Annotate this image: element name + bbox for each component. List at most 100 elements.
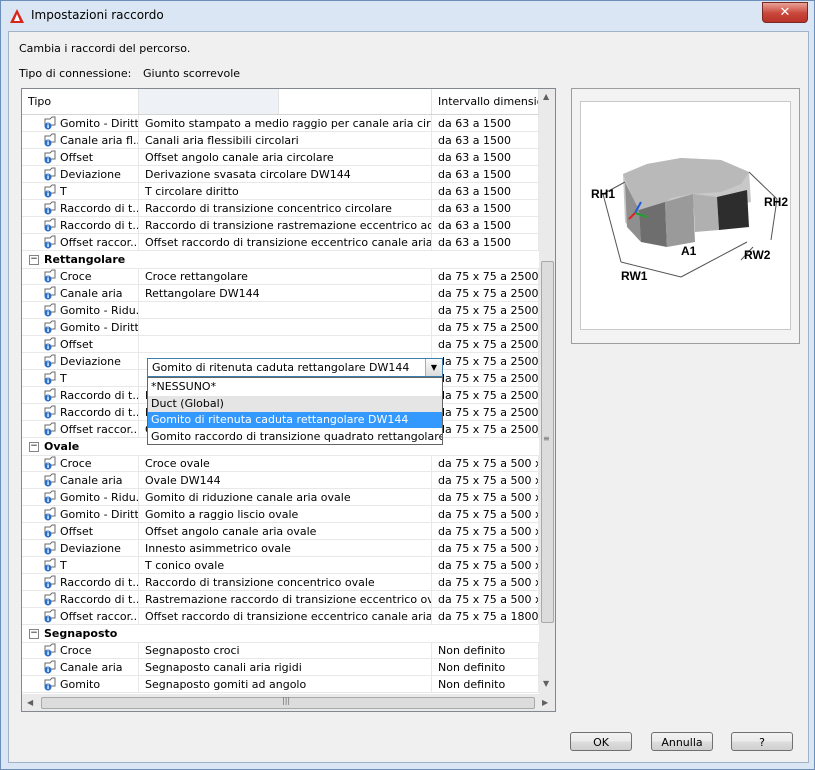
fitting-type-cell: Offset <box>22 336 139 353</box>
column-header-size-range[interactable]: Intervallo dimensio... <box>432 89 539 114</box>
table-row[interactable]: Canale aria Rettangolare DW144 da 75 x 75 … <box>22 285 539 302</box>
table-row[interactable]: Canale ariaOvale DW144da 75 x 75 a 500 x… <box>22 472 539 489</box>
table-row[interactable]: Offset raccor...Offset raccordo di trans… <box>22 234 539 251</box>
table-row[interactable]: Gomito - Diritta Gomito stampato a medio … <box>22 115 539 132</box>
fitting-description-cell: Segnaposto canali aria rigidi <box>139 659 432 676</box>
table-row[interactable]: Offset da 75 x 75 a 2500 ... <box>22 336 539 353</box>
cancel-button[interactable]: Annulla <box>651 732 713 751</box>
table-row[interactable]: Offset Offset angolo canale aria ovale da … <box>22 523 539 540</box>
size-range-cell: da 75 x 75 a 500 x ... <box>432 489 539 506</box>
group-row[interactable]: − Rettangolare <box>22 251 539 269</box>
chevron-down-icon[interactable]: ▼ <box>425 359 442 376</box>
group-row[interactable]: − Segnaposto <box>22 625 539 643</box>
size-range-cell: Non definito <box>432 676 539 693</box>
dropdown-option[interactable]: *NESSUNO* <box>148 379 442 395</box>
dropdown-option[interactable]: Gomito raccordo di transizione quadrato … <box>148 429 442 445</box>
table-row[interactable]: Raccordo di t... Raccordo di transizione … <box>22 217 539 234</box>
table-row[interactable]: Croce Segnaposto croci Non definito <box>22 642 539 659</box>
combobox-value: Gomito di ritenuta caduta rettangolare D… <box>152 361 410 374</box>
grip-icon: ||| <box>282 696 291 705</box>
fitting-type-cell: Offset <box>22 149 139 166</box>
table-row[interactable]: CroceCroce ovaleda 75 x 75 a 500 x ... <box>22 455 539 472</box>
table-row[interactable]: Gomito - Diritta da 75 x 75 a 2500 ... <box>22 319 539 336</box>
size-range-cell: da 75 x 75 a 500 x ... <box>432 472 539 489</box>
table-row[interactable]: Raccordo di t... Rastremazione raccordo d… <box>22 591 539 608</box>
table-row[interactable]: Offset raccor...Offset raccordo di trans… <box>22 608 539 625</box>
scroll-up-icon[interactable]: ▲ <box>543 92 549 101</box>
fitting-type-cell: T <box>22 557 139 574</box>
help-button[interactable]: ? <box>731 732 793 751</box>
dropdown-option[interactable]: Gomito di ritenuta caduta rettangolare D… <box>148 412 442 428</box>
scroll-down-icon[interactable]: ▼ <box>543 679 549 688</box>
close-button[interactable]: ✕ <box>762 2 808 23</box>
rw2-label: RW2 <box>744 248 771 262</box>
group-label: Rettangolare <box>44 253 126 266</box>
table-row[interactable]: Croce Croce rettangolare da 75 x 75 a 2500… <box>22 268 539 285</box>
fitting-type-cell: T <box>22 183 139 200</box>
fitting-description-cell: Offset angolo canale aria circolare <box>139 149 432 166</box>
vertical-scroll-thumb[interactable]: ≡ <box>541 261 554 623</box>
fitting-type-cell: Offset raccor... <box>22 234 139 251</box>
size-range-cell: da 63 a 1500 <box>432 149 539 166</box>
close-icon: ✕ <box>779 5 791 20</box>
table-row[interactable]: TT circolare diritto da 63 a 1500 <box>22 183 539 200</box>
collapse-icon[interactable]: − <box>29 255 39 265</box>
vertical-scrollbar[interactable]: ▲ ≡ ▼ <box>539 89 555 694</box>
fitting-description-cell: Raccordo di transizione concentrico circ… <box>139 200 432 217</box>
scroll-right-icon[interactable]: ▶ <box>542 698 548 707</box>
scroll-left-icon[interactable]: ◀ <box>27 698 33 707</box>
collapse-icon[interactable]: − <box>29 442 39 452</box>
fitting-description-cell: Canali aria flessibili circolari <box>139 132 432 149</box>
fitting-type-cell: Canale aria fl... <box>22 132 139 149</box>
size-range-cell: da 75 x 75 a 2500 ... <box>432 268 539 285</box>
size-range-cell: da 63 a 1500 <box>432 132 539 149</box>
table-row[interactable]: Deviazione Innesto asimmetrico ovale da 75… <box>22 540 539 557</box>
table-row[interactable]: Deviazione Derivazione svasata circolare … <box>22 166 539 183</box>
table-row[interactable]: Gomito - Ridu... Gomito di riduzione cana… <box>22 489 539 506</box>
fitting-description-cell: Rastremazione raccordo di transizione ec… <box>139 591 432 608</box>
grip-icon: ≡ <box>543 434 550 443</box>
fitting-description-cell: Croce ovale <box>139 455 432 472</box>
table-row[interactable]: Canale aria fl... Canali aria flessibili … <box>22 132 539 149</box>
size-range-cell: da 63 a 1500 <box>432 234 539 251</box>
dropdown-option[interactable]: Duct (Global) <box>148 395 442 412</box>
fitting-type-cell: Gomito - Ridu... <box>22 302 139 319</box>
fitting-description-cell: Innesto asimmetrico ovale <box>139 540 432 557</box>
table-row[interactable]: Gomito - Diritta Gomito a raggio liscio o… <box>22 506 539 523</box>
column-header-description[interactable] <box>139 89 279 114</box>
horizontal-scrollbar[interactable]: ◀ ||| ▶ <box>22 694 555 711</box>
fitting-type-cell: Gomito - Diritta <box>22 319 139 336</box>
dialog-body: Cambia i raccordi del percorso. Tipo di … <box>8 31 809 763</box>
column-header-type[interactable]: Tipo <box>22 89 139 114</box>
fitting-combobox[interactable]: Gomito di ritenuta caduta rettangolare D… <box>147 358 443 377</box>
fitting-type-cell: T <box>22 370 139 387</box>
fittings-grid[interactable]: Tipo Intervallo dimensio... Gomito - Dir… <box>21 88 556 712</box>
table-row[interactable]: Canale aria Segnaposto canali aria rigidi… <box>22 659 539 676</box>
fitting-description-cell: T circolare diritto <box>139 183 432 200</box>
collapse-icon[interactable]: − <box>29 629 39 639</box>
ok-button[interactable]: OK <box>570 732 632 751</box>
size-range-cell: da 75 x 75 a 500 x ... <box>432 455 539 472</box>
fitting-description-cell: Offset raccordo di transizione eccentric… <box>139 608 432 625</box>
size-range-cell: da 75 x 75 a 2500 ... <box>432 302 539 319</box>
fitting-description-cell: Offset angolo canale aria ovale <box>139 523 432 540</box>
size-range-cell: Non definito <box>432 642 539 659</box>
fitting-type-cell: Deviazione <box>22 353 139 370</box>
title-bar[interactable]: Impostazioni raccordo ✕ <box>1 1 814 31</box>
horizontal-scroll-thumb[interactable]: ||| <box>41 696 535 709</box>
table-row[interactable]: Raccordo di t... Raccordo di transizione … <box>22 574 539 591</box>
grid-header: Tipo Intervallo dimensio... <box>22 89 539 115</box>
table-row[interactable]: Gomito Segnaposto gomiti ad angolo Non def… <box>22 676 539 693</box>
size-range-cell: da 63 a 1500 <box>432 200 539 217</box>
fitting-type-cell: Offset raccor... <box>22 608 139 625</box>
table-row[interactable]: Offset Offset angolo canale aria circolar… <box>22 149 539 166</box>
table-row[interactable]: TT conico ovaleda 75 x 75 a 500 x ... <box>22 557 539 574</box>
table-row[interactable]: Raccordo di t... Raccordo di transizione … <box>22 200 539 217</box>
fitting-description-cell <box>139 319 432 336</box>
fitting-settings-window: Impostazioni raccordo ✕ Cambia i raccord… <box>0 0 815 770</box>
table-row[interactable]: Gomito - Ridu... da 75 x 75 a 2500 ... <box>22 302 539 319</box>
size-range-cell: da 75 x 75 a 500 x ... <box>432 540 539 557</box>
elbow-diagram: RH1 RH2 A1 RW1 RW2 <box>591 158 788 283</box>
size-range-cell: da 75 x 75 a 500 x ... <box>432 591 539 608</box>
fitting-type-cell: Offset <box>22 523 139 540</box>
